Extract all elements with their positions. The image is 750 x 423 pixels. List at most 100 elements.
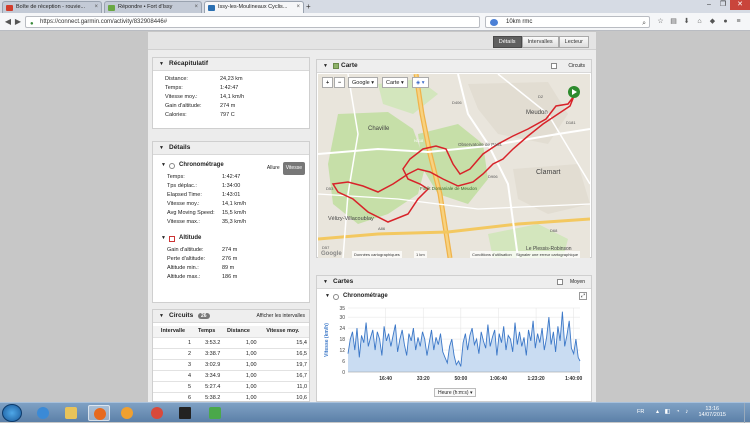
lock-icon: ● <box>30 21 34 27</box>
toggle-speed[interactable]: Vitesse <box>282 162 305 175</box>
taskbar-media[interactable] <box>116 405 138 421</box>
chat-icon[interactable]: ● <box>721 17 730 26</box>
maximize-button[interactable]: ❐ <box>716 0 730 10</box>
chrome-icon <box>151 407 163 419</box>
view-toolbar: Détails Intervalles Lecteur <box>148 32 596 50</box>
table-row[interactable]: 1 3:53.2 1,00 15,4 <box>153 337 309 349</box>
taskbar-app[interactable] <box>204 405 226 421</box>
table-row[interactable]: 3 3:02.9 1,00 19,7 <box>153 359 309 371</box>
show-desktop-button[interactable] <box>744 403 750 423</box>
star-icon[interactable]: ☆ <box>656 17 665 26</box>
close-icon[interactable]: × <box>296 4 300 10</box>
pocket-icon[interactable]: ◆ <box>708 17 717 26</box>
activity-page: Détails Intervalles Lecteur ▼ Récapitula… <box>148 32 596 402</box>
taskbar-console[interactable] <box>174 405 196 421</box>
road-label: D406 <box>452 100 462 105</box>
chrono-subheader[interactable]: ▼ Chronométrage Allure Vitesse <box>153 160 309 175</box>
road-label: N118 <box>414 138 424 143</box>
circuits-header[interactable]: ▼ Circuits 26 Afficher les intervalles <box>153 310 309 323</box>
download-icon[interactable]: ⬇ <box>682 17 691 26</box>
altitude-row: Altitude min.: 89 m <box>167 265 235 271</box>
recap-header[interactable]: ▼ Récapitulatif <box>153 58 309 71</box>
terms-link[interactable]: Conditions d'utilisation <box>470 251 514 258</box>
chrono-row: Vitesse moy.: 14,1 km/h <box>167 201 247 207</box>
recap-panel: ▼ Récapitulatif Distance: 24,23 km Temps:… <box>152 57 310 129</box>
tray-icons[interactable]: ▴ ◧ ◔ ♪ <box>656 408 690 415</box>
altitude-subheader[interactable]: ▼ Altitude <box>153 233 309 244</box>
taskbar-ie[interactable] <box>32 405 54 421</box>
search-icon[interactable]: ⌕ <box>642 18 646 29</box>
chrono-row: Vitesse max.: 35,3 km/h <box>167 219 247 225</box>
collapse-triangle-icon: ▼ <box>323 63 328 69</box>
back-arrow-icon[interactable]: ◀ <box>3 17 13 27</box>
navigation-bar: ◀ ▶ ● https://connect.garmin.com/activit… <box>0 13 750 31</box>
collapse-triangle-icon: ▼ <box>159 61 164 67</box>
map-data-attribution[interactable]: Données cartographiques <box>352 251 402 258</box>
ie-icon <box>37 407 49 419</box>
place-label: Chaville <box>368 126 390 132</box>
tab-activity[interactable]: Issy-les-Moulineaux Cyclis... × <box>204 1 304 13</box>
start-button[interactable] <box>2 404 22 422</box>
recap-row: Gain d'altitude: 274 m <box>165 103 236 109</box>
road-label: A86 <box>378 226 386 231</box>
x-axis-select[interactable]: Heure (h:m:s) ▾ <box>434 388 477 397</box>
close-window-button[interactable]: ✕ <box>730 0 750 10</box>
reading-list-icon[interactable]: ▤ <box>669 17 678 26</box>
map-title: Carte <box>341 62 358 69</box>
details-header[interactable]: ▼ Détails <box>153 142 309 155</box>
gmail-icon <box>6 5 13 11</box>
tab-inbox[interactable]: Boîte de réception - rouvie... × <box>2 1 102 13</box>
taskbar-explorer[interactable] <box>60 405 82 421</box>
road-label: D906 <box>488 174 498 179</box>
garmin-icon <box>208 5 215 11</box>
map-header[interactable]: ▼ Carte Circuits <box>317 60 591 73</box>
table-row[interactable]: 2 3:38.7 1,00 16,5 <box>153 348 309 360</box>
map-type-select[interactable]: Carte ▾ <box>382 77 408 88</box>
language-indicator[interactable]: FR <box>637 409 644 415</box>
tab-reply[interactable]: Répondre • Fort d'Issy × <box>104 1 202 13</box>
zoom-out-button[interactable]: − <box>334 77 346 88</box>
search-input[interactable]: 10km rmc ⌕ <box>485 16 650 28</box>
zoom-in-button[interactable]: + <box>322 77 334 88</box>
collapse-triangle-icon: ▼ <box>325 293 330 299</box>
minimize-button[interactable]: – <box>702 0 716 10</box>
show-intervals-link[interactable]: Afficher les intervalles <box>256 310 305 322</box>
circuits-checkbox[interactable] <box>551 63 557 69</box>
home-icon[interactable]: ⌂ <box>695 17 704 26</box>
charts-header[interactable]: ▼ Cartes Moyen <box>317 276 591 289</box>
expand-icon[interactable]: ⤢ <box>579 292 587 300</box>
close-icon[interactable]: × <box>94 4 98 10</box>
forward-arrow-icon[interactable]: ▶ <box>13 17 23 27</box>
map-canvas[interactable]: Meudon Chaville Clamart Vélizy-Villacoub… <box>318 74 590 258</box>
y-tick-label: 35 <box>339 306 345 312</box>
details-title: Détails <box>169 144 191 151</box>
speed-chart-svg[interactable]: 0 6 12 18 24 30 35 16:40 33:20 50:00 1:06:40 1:23:2… <box>318 304 590 388</box>
layers-icon[interactable]: ◈ ▾ <box>412 77 429 88</box>
chart-subheader[interactable]: ▼ Chronométrage ⤢ <box>317 291 591 302</box>
collapse-triangle-icon: ▼ <box>161 162 166 168</box>
x-tick-label: 50:00 <box>454 376 467 382</box>
table-row[interactable]: 6 5:38.2 1,00 10,6 <box>153 392 309 401</box>
charts-title: Cartes <box>333 278 354 285</box>
taskbar-chrome[interactable] <box>146 405 168 421</box>
taskbar-firefox[interactable] <box>88 405 110 421</box>
url-bar[interactable]: ● https://connect.garmin.com/activity/83… <box>25 16 480 28</box>
clock[interactable]: 13:16 14/07/2015 <box>698 406 726 418</box>
toggle-pace[interactable]: Allure <box>264 162 283 175</box>
view-intervals-button[interactable]: Intervalles <box>521 36 559 48</box>
table-row[interactable]: 4 3:34.9 1,00 16,7 <box>153 370 309 382</box>
close-icon[interactable]: × <box>194 4 198 10</box>
forum-icon <box>108 5 115 11</box>
average-checkbox[interactable] <box>557 279 563 285</box>
place-label: Forêt Domaniale de Meudon <box>420 186 478 191</box>
map-provider-select[interactable]: Google ▾ <box>348 77 379 88</box>
report-error-link[interactable]: Signaler une erreur cartographique <box>514 251 581 258</box>
view-player-button[interactable]: Lecteur <box>558 36 589 48</box>
chrono-row: Tps déplac.: 1:34:00 <box>167 183 241 189</box>
view-details-button[interactable]: Détails <box>492 36 522 48</box>
x-tick-label: 1:06:40 <box>490 376 507 382</box>
road-label: D53 <box>326 186 334 191</box>
new-tab-button[interactable]: + <box>306 2 311 11</box>
menu-icon[interactable]: ≡ <box>734 17 743 26</box>
table-row[interactable]: 5 5:27.4 1,00 11,0 <box>153 381 309 393</box>
